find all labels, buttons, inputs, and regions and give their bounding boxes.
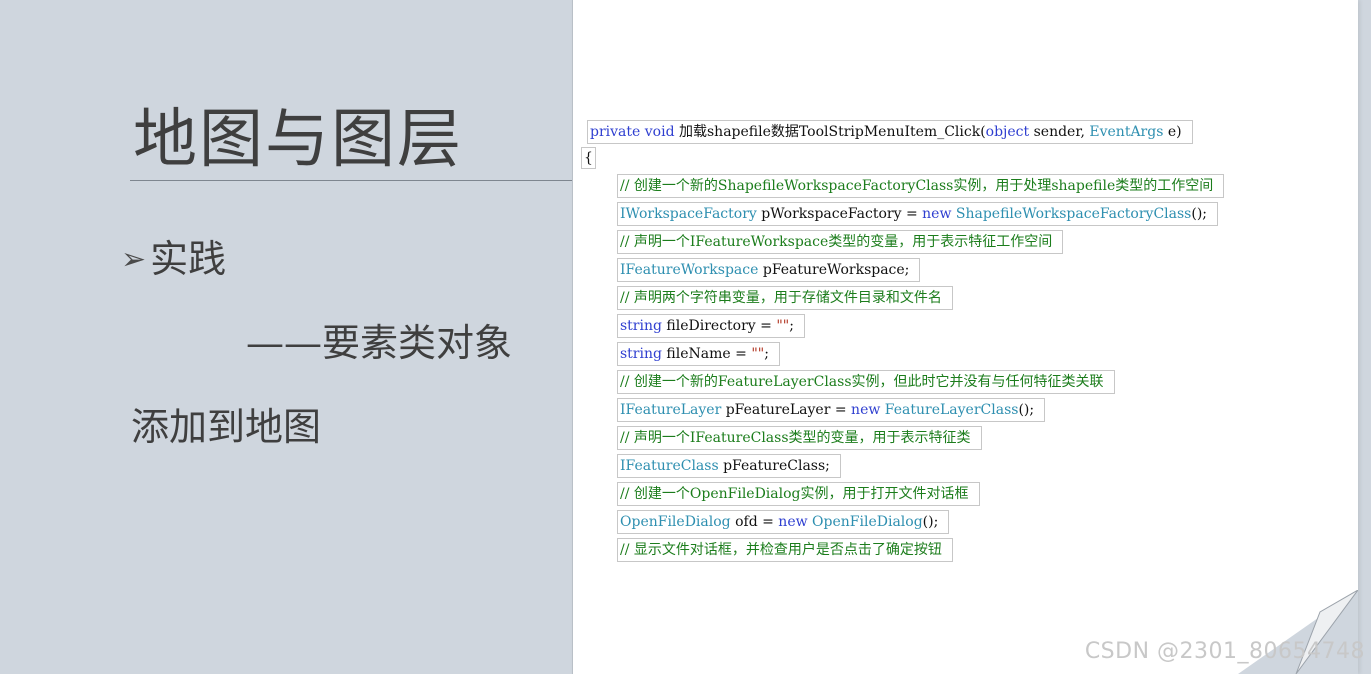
keyword: new (922, 206, 952, 222)
code-line: OpenFileDialog ofd = new OpenFileDialog(… (617, 510, 950, 534)
class-name: OpenFileDialog (812, 514, 923, 530)
param-name: e) (1167, 124, 1182, 140)
type-name: IFeatureClass (620, 458, 719, 474)
code-line: IFeatureLayer pFeatureLayer = new Featur… (617, 398, 1046, 422)
title-divider (130, 180, 572, 181)
code-line: string fileDirectory = ""; (617, 314, 805, 338)
code-line: IFeatureWorkspace pFeatureWorkspace; (617, 258, 921, 282)
code-text: ofd = (735, 514, 774, 530)
type-name: OpenFileDialog (620, 514, 731, 530)
bullet-practice: ➢ 实践 (121, 228, 226, 283)
code-line: string fileName = ""; (617, 342, 780, 366)
code-comment: // 创建一个新的FeatureLayerClass实例，但此时它并没有与任何特… (617, 370, 1115, 394)
code-text: pWorkspaceFactory = (761, 206, 918, 222)
code-open-brace: { (581, 147, 596, 169)
keyword: new (851, 402, 881, 418)
class-name: FeatureLayerClass (884, 402, 1019, 418)
code-comment: // 声明一个IFeatureWorkspace类型的变量，用于表示特征工作空间 (617, 230, 1064, 254)
class-name: ShapefileWorkspaceFactoryClass (955, 206, 1192, 222)
sub-heading: ——要素类对象 (246, 321, 513, 365)
string-literal: "" (776, 318, 790, 334)
arrow-bullet-icon: ➢ (121, 242, 147, 277)
watermark: CSDN @2301_80654748 (1084, 639, 1365, 664)
code-comment: // 声明两个字符串变量，用于存储文件目录和文件名 (617, 286, 953, 310)
code-text: ; (789, 318, 794, 334)
keyword: string (620, 346, 662, 362)
code-text: pFeatureWorkspace; (762, 262, 910, 278)
code-text: (); (1018, 402, 1035, 418)
type-name: IWorkspaceFactory (620, 206, 757, 222)
type-name: IFeatureLayer (620, 402, 722, 418)
bullet-text: 实践 (150, 237, 227, 281)
slide-title: 地图与图层 (133, 103, 463, 177)
code-line: IWorkspaceFactory pWorkspaceFactory = ne… (617, 202, 1219, 226)
code-text: (); (922, 514, 939, 530)
code-text: (); (1191, 206, 1208, 222)
param-type: EventArgs (1089, 124, 1164, 140)
code-text: fileName = (666, 346, 747, 362)
slide-left-panel: 地图与图层 ➢ 实践 ——要素类对象 添加到地图 (0, 0, 572, 674)
code-page: private void 加载shapefile数据ToolStripMenuI… (572, 0, 1358, 674)
keyword: private (590, 124, 641, 140)
code-signature: private void 加载shapefile数据ToolStripMenuI… (587, 120, 1193, 144)
code-line: IFeatureClass pFeatureClass; (617, 454, 841, 478)
method-name: 加载shapefile数据ToolStripMenuItem_Click( (679, 124, 986, 140)
keyword: string (620, 318, 662, 334)
code-text: pFeatureLayer = (725, 402, 847, 418)
param-name: sender, (1033, 124, 1085, 140)
code-comment: // 显示文件对话框，并检查用户是否点击了确定按钮 (617, 538, 953, 562)
code-text: ; (764, 346, 769, 362)
code-comment: // 声明一个IFeatureClass类型的变量，用于表示特征类 (617, 426, 982, 450)
code-comment: // 创建一个新的ShapefileWorkspaceFactoryClass实… (617, 174, 1225, 198)
code-text: fileDirectory = (666, 318, 772, 334)
param-type: object (985, 124, 1030, 140)
keyword: new (778, 514, 808, 530)
string-literal: "" (751, 346, 765, 362)
code-comment: // 创建一个OpenFileDialog实例，用于打开文件对话框 (617, 482, 980, 506)
add-to-map-text: 添加到地图 (131, 405, 322, 449)
type-name: IFeatureWorkspace (620, 262, 759, 278)
code-text: pFeatureClass; (723, 458, 830, 474)
keyword: void (644, 124, 675, 140)
